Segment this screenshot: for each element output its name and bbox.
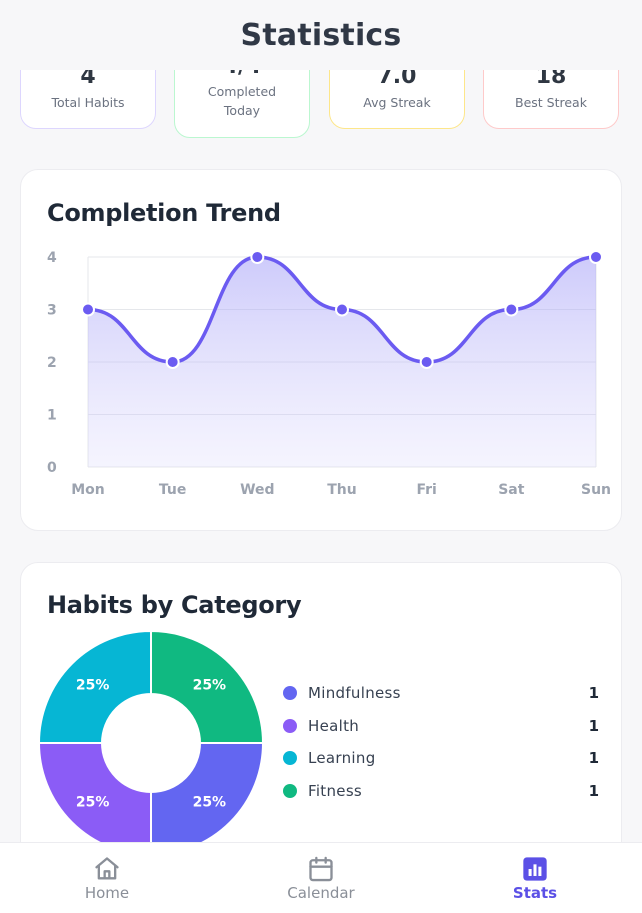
chart-title: Completion Trend: [47, 199, 281, 227]
home-icon: [95, 857, 119, 880]
stat-label: Avg Streak: [363, 95, 431, 110]
bottom-nav: Home Calendar Stats: [0, 842, 642, 913]
legend-label: Learning: [308, 749, 376, 767]
y-tick-label: 4: [47, 250, 57, 266]
nav-item-home[interactable]: Home: [47, 843, 167, 913]
legend-item-health: Health 1: [283, 714, 599, 738]
legend-item-mindfulness: Mindfulness 1: [283, 681, 599, 705]
trend-point-wed[interactable]: [250, 250, 265, 264]
stat-label: Total Habits: [51, 95, 125, 110]
bar-chart-icon: [523, 857, 547, 881]
slice-percent-label: 25%: [76, 794, 110, 810]
completion-trend-chart: 0 1 2 3 4 Mon Tue Wed Thu Fri Sat Sun: [47, 250, 611, 498]
trend-point-sun[interactable]: [589, 250, 603, 264]
x-tick-label: Mon: [71, 482, 105, 498]
slice-percent-label: 25%: [193, 678, 227, 694]
y-tick-label: 0: [47, 460, 57, 476]
nav-item-stats[interactable]: Stats: [475, 843, 595, 913]
y-tick-label: 3: [47, 303, 57, 319]
x-tick-label: Wed: [240, 482, 274, 498]
legend-color-dot: [283, 751, 297, 765]
stat-label-line-1: Completed: [207, 84, 277, 99]
calendar-icon: [309, 856, 333, 882]
legend-color-dot: [283, 718, 297, 733]
stat-label: Best Streak: [515, 95, 587, 110]
stat-label-line-2: Today: [223, 103, 261, 118]
legend-item-learning: Learning 1: [283, 746, 599, 770]
x-tick-label: Sun: [581, 482, 611, 498]
legend-count: 1: [588, 684, 599, 702]
x-tick-label: Thu: [327, 482, 356, 498]
legend-count: 1: [588, 716, 599, 735]
x-tick-label: Tue: [159, 482, 186, 498]
nav-label-home: Home: [84, 884, 130, 902]
slice-percent-label: 25%: [193, 794, 227, 810]
nav-label-calendar: Calendar: [287, 884, 355, 902]
x-tick-label: Fri: [416, 482, 436, 498]
legend-label: Fitness: [308, 781, 363, 800]
legend-label: Health: [308, 716, 360, 735]
legend-count: 1: [588, 749, 599, 767]
page-title: Statistics: [240, 17, 402, 53]
app-header: Statistics: [0, 0, 642, 70]
y-tick-label: 2: [47, 355, 57, 371]
category-donut-chart: 25% 25% 25% 25%: [37, 629, 265, 857]
nav-label-stats: Stats: [512, 884, 558, 902]
x-tick-label: Sat: [498, 482, 525, 498]
legend-label: Mindfulness: [308, 684, 401, 702]
trend-point-tue[interactable]: [165, 355, 180, 369]
slice-percent-label: 25%: [76, 678, 110, 694]
trend-point-thu[interactable]: [335, 302, 349, 317]
nav-item-calendar[interactable]: Calendar: [261, 843, 381, 913]
y-tick-label: 1: [47, 408, 57, 424]
legend-count: 1: [588, 781, 599, 800]
completion-trend-card: Completion Trend 0 1 2 3 4 Mon Tue Wed Thu Fri Sat…: [20, 169, 622, 531]
legend-color-dot: [283, 686, 297, 700]
chart-title: Habits by Category: [47, 591, 302, 619]
trend-point-fri[interactable]: [419, 355, 434, 369]
trend-point-mon[interactable]: [81, 302, 95, 317]
legend-item-fitness: Fitness 1: [283, 779, 599, 803]
legend-color-dot: [283, 783, 297, 798]
trend-point-sat[interactable]: [504, 302, 519, 317]
